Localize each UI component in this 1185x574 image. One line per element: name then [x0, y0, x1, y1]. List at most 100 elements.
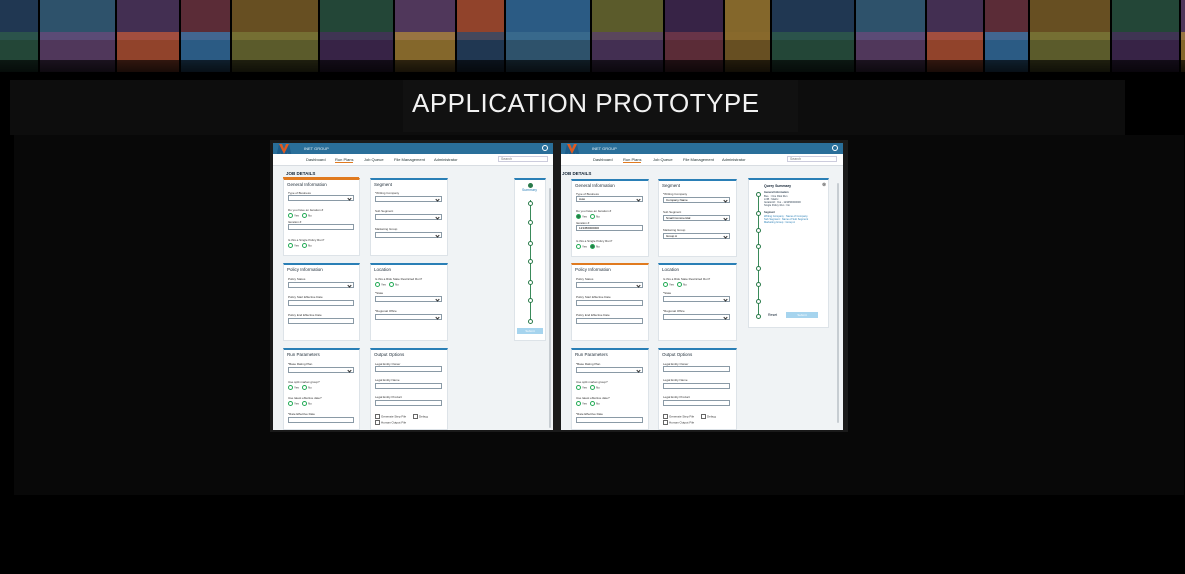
select-marketing-group[interactable]	[375, 232, 442, 238]
radio-yes[interactable]: Yes	[288, 385, 299, 390]
radio-yes[interactable]: Yes	[288, 213, 299, 218]
entity-product-input[interactable]	[375, 400, 442, 406]
policy-end-date-input[interactable]	[288, 318, 354, 324]
label-entity-name: Legal Entity Name	[663, 378, 688, 382]
panel-policy-information: Policy Information Policy Status Policy …	[283, 263, 360, 341]
radio-yes[interactable]: Yes	[576, 401, 587, 406]
panel-title: Location	[374, 267, 392, 272]
label-single-policy: Is this a Single Policy Run?	[288, 238, 325, 242]
label-single-policy: Is this a Single Policy Run?	[576, 239, 613, 243]
select-base-rating[interactable]	[576, 367, 643, 373]
radio-yes[interactable]: Yes	[576, 244, 587, 249]
panel-segment: Segment *Writing Company Sub Segment Mar…	[370, 178, 448, 256]
radio-no[interactable]: No	[302, 385, 312, 390]
radio-no[interactable]: No	[590, 214, 600, 219]
select-state[interactable]	[375, 296, 442, 302]
user-icon[interactable]	[542, 145, 548, 151]
search-input[interactable]: Search	[498, 156, 548, 162]
checkbox-generate-step[interactable]: Generate Step File	[375, 414, 406, 419]
policy-start-date-input[interactable]	[288, 300, 354, 306]
radio-no[interactable]: No	[302, 401, 312, 406]
radio-no[interactable]: No	[389, 282, 399, 287]
nav-run-plans[interactable]: Run Plans	[335, 157, 354, 163]
nav-job-queue[interactable]: Job Queue	[364, 157, 384, 162]
radio-yes[interactable]: Yes	[576, 385, 587, 390]
entity-product-input[interactable]	[663, 400, 730, 406]
select-writing-company[interactable]: Company Name	[663, 197, 730, 203]
select-regional-office[interactable]	[375, 314, 442, 320]
nav-job-queue[interactable]: Job Queue	[653, 157, 673, 162]
reset-button[interactable]: Reset	[768, 313, 777, 317]
select-writing-company[interactable]	[375, 196, 442, 202]
radio-yes[interactable]: Yes	[288, 401, 299, 406]
panel-title: Run Parameters	[287, 352, 320, 357]
select-base-rating[interactable]	[288, 367, 354, 373]
nav-administrator[interactable]: Administrator	[722, 157, 746, 162]
step-icon	[528, 298, 533, 303]
rate-date-input[interactable]	[576, 417, 643, 423]
radio-yes[interactable]: Yes	[288, 243, 299, 248]
policy-end-date-input[interactable]	[576, 318, 643, 324]
nav-run-plans[interactable]: Run Plans	[623, 157, 642, 163]
nav-dashboard[interactable]: Dashboard	[306, 157, 326, 162]
close-icon[interactable]: ⊗	[822, 182, 826, 188]
radio-no[interactable]: No	[677, 282, 687, 287]
rate-date-input[interactable]	[288, 417, 354, 423]
radio-yes[interactable]: Yes	[375, 282, 386, 287]
select-type-of-business[interactable]	[288, 195, 354, 201]
checkbox-human-output[interactable]: Human Output File	[663, 420, 694, 425]
submit-button[interactable]: Submit	[517, 328, 543, 334]
nav-administrator[interactable]: Administrator	[434, 157, 458, 162]
checkbox-debug[interactable]: Debug	[701, 414, 716, 419]
label-iteration-question: Do you have an Iteration #	[288, 208, 324, 212]
checkbox-debug[interactable]: Debug	[413, 414, 428, 419]
label-sub-segment: Sub Segment	[375, 209, 394, 213]
select-marketing-group[interactable]: Group A	[663, 233, 730, 239]
entity-name-input[interactable]	[375, 383, 442, 389]
submit-button[interactable]: Submit	[786, 312, 818, 318]
user-icon[interactable]	[832, 145, 838, 151]
nav-dashboard[interactable]: Dashboard	[593, 157, 613, 162]
select-sub-segment[interactable]	[375, 214, 442, 220]
select-sub-segment[interactable]: Small Commercial	[663, 215, 730, 221]
nav-file-management[interactable]: File Management	[683, 157, 714, 162]
step-icon	[528, 220, 533, 225]
checkbox-human-output[interactable]: Human Output File	[375, 420, 406, 425]
select-policy-status[interactable]	[576, 282, 643, 288]
scrollbar[interactable]	[837, 183, 839, 423]
nav-file-management[interactable]: File Management	[394, 157, 425, 162]
step-icon	[756, 192, 761, 197]
app-topbar: INET GROUP	[273, 143, 553, 162]
summary-title: Summary	[522, 188, 537, 192]
label-writing-company: *Writing Company	[663, 192, 688, 196]
app-topbar: INET GROUP	[561, 143, 843, 162]
select-state[interactable]	[663, 296, 730, 302]
select-policy-status[interactable]	[288, 282, 354, 288]
policy-start-date-input[interactable]	[576, 300, 643, 306]
checkbox-generate-step[interactable]: Generate Step File	[663, 414, 694, 419]
label-state: *State	[375, 291, 384, 295]
radio-no[interactable]: No	[590, 385, 600, 390]
radio-yes[interactable]: Yes	[576, 214, 587, 219]
radio-no[interactable]: No	[590, 244, 600, 249]
scrollbar[interactable]	[549, 188, 551, 428]
radio-no[interactable]: No	[590, 401, 600, 406]
iteration-input[interactable]	[288, 224, 354, 230]
radio-yes[interactable]: Yes	[663, 282, 674, 287]
step-icon	[528, 319, 533, 324]
panel-title: Run Parameters	[575, 352, 608, 357]
qs-segment-line: Marketing Group : Group A	[764, 221, 795, 224]
select-regional-office[interactable]	[663, 314, 730, 320]
panel-title: Output Options	[374, 352, 405, 357]
radio-no[interactable]: No	[302, 213, 312, 218]
radio-no[interactable]: No	[302, 243, 312, 248]
entity-owner-input[interactable]	[663, 366, 730, 372]
iteration-input[interactable]: 123456000000	[576, 225, 643, 231]
select-type-of-business[interactable]: Auto	[576, 196, 643, 202]
qs-segment-title: Segment	[764, 211, 775, 214]
entity-name-input[interactable]	[663, 383, 730, 389]
label-sub-segment: Sub Segment	[663, 210, 682, 214]
entity-owner-input[interactable]	[375, 366, 442, 372]
step-icon	[756, 266, 761, 271]
search-input[interactable]: Search	[787, 156, 837, 162]
